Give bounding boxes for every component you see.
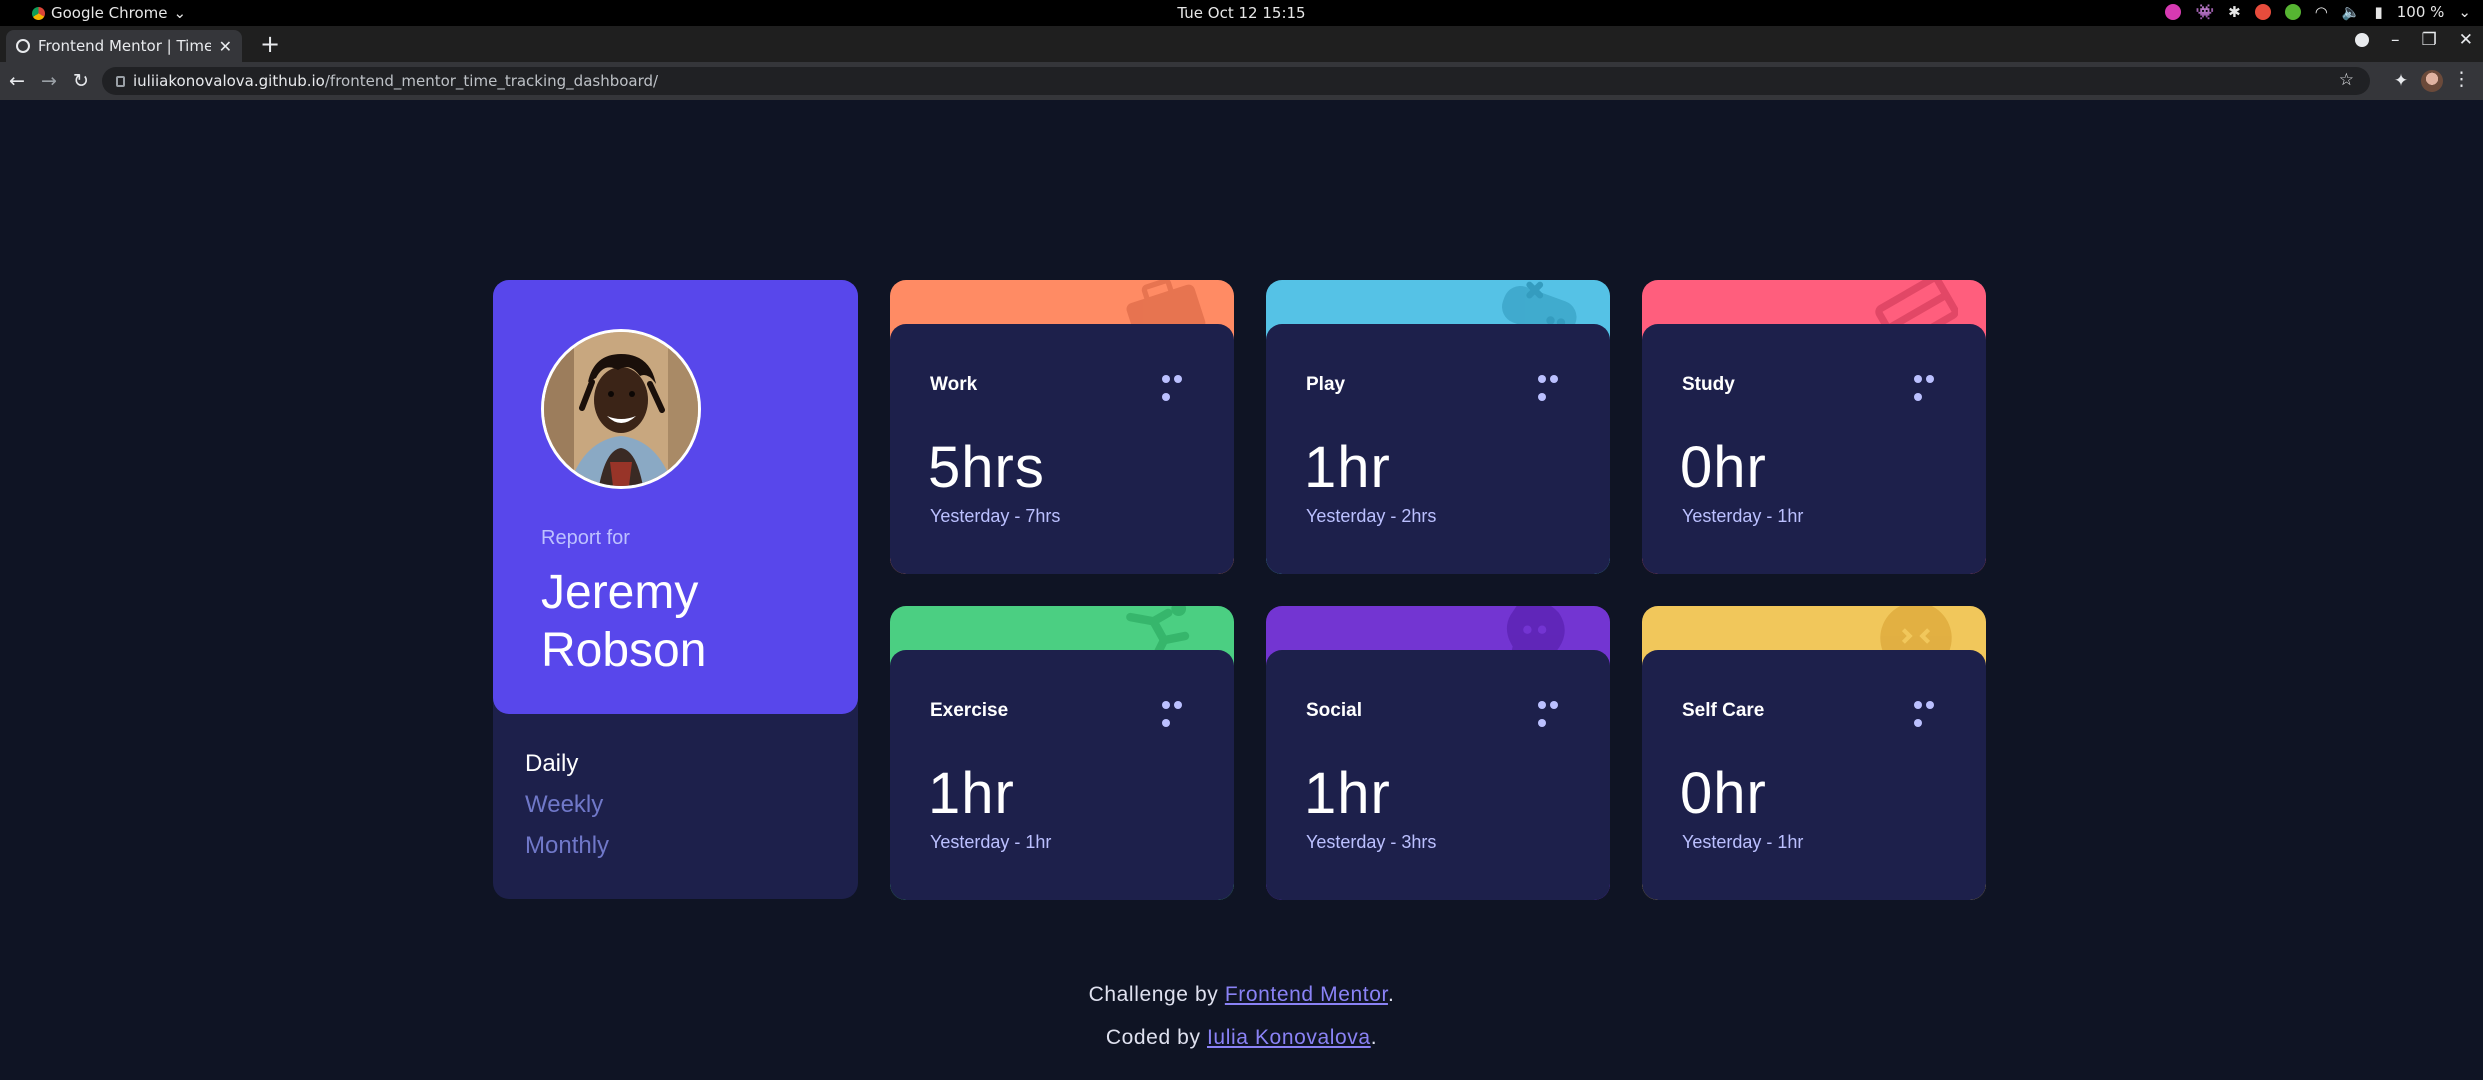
card-panel[interactable]: Study 0hr Yesterday - 1hr — [1642, 324, 1986, 574]
globe-icon — [16, 39, 30, 53]
ellipsis-icon[interactable] — [1914, 370, 1948, 401]
current-hours: 1hr — [1304, 761, 1391, 826]
footer-coded: Coded by Iulia Konovalova. — [0, 1026, 2483, 1050]
current-hours: 1hr — [928, 761, 1015, 826]
previous-hours: Yesterday - 7hrs — [930, 506, 1061, 526]
card-study: Study 0hr Yesterday - 1hr — [1642, 280, 1986, 574]
footer-challenge: Challenge by Frontend Mentor. — [0, 983, 2483, 1007]
avatar-photo — [544, 332, 698, 486]
battery-icon[interactable]: ▮ — [2375, 3, 2383, 21]
tab-strip: Frontend Mentor | Time tracking dashboar… — [0, 26, 2483, 62]
footer-coded-text: Coded by — [1105, 1026, 1201, 1049]
card-social: Social 1hr Yesterday - 3hrs — [1266, 606, 1610, 900]
ellipsis-icon[interactable] — [1538, 370, 1572, 401]
frontend-mentor-link[interactable]: Frontend Mentor — [1225, 983, 1388, 1006]
author-link[interactable]: Iulia Konovalova — [1207, 1026, 1371, 1049]
profile-header: Report for Jeremy Robson — [493, 280, 858, 714]
card-panel[interactable]: Exercise 1hr Yesterday - 1hr — [890, 650, 1234, 900]
card-panel[interactable]: Play 1hr Yesterday - 2hrs — [1266, 324, 1610, 574]
current-hours: 0hr — [1680, 761, 1767, 826]
card-panel[interactable]: Social 1hr Yesterday - 3hrs — [1266, 650, 1610, 900]
bookmark-star-icon[interactable]: ☆ — [2339, 70, 2354, 90]
tab-weekly[interactable]: Weekly — [525, 791, 609, 819]
tomato-timer-icon[interactable] — [2254, 4, 2271, 20]
volume-icon[interactable]: 🔈 — [2342, 3, 2361, 21]
card-panel[interactable]: Work 5hrs Yesterday - 7hrs — [890, 324, 1234, 574]
current-hours: 5hrs — [928, 435, 1045, 500]
tab-title: Frontend Mentor | Time tracking dashboar… — [38, 37, 211, 55]
chevron-down-icon[interactable]: ⌄ — [2458, 3, 2471, 21]
ellipsis-icon[interactable] — [1162, 696, 1196, 727]
current-hours: 1hr — [1304, 435, 1391, 500]
os-top-bar: Google Chrome ⌄ Tue Oct 12 15:15 👾 ✱ ◠ 🔈… — [0, 0, 2483, 26]
person-name: Jeremy Robson — [541, 566, 707, 677]
avatar — [541, 329, 701, 489]
back-icon[interactable]: ← — [4, 68, 30, 94]
card-title: Play — [1306, 374, 1346, 395]
profile-avatar[interactable] — [2421, 70, 2443, 92]
extensions-puzzle-icon[interactable]: ✦ — [2389, 69, 2413, 93]
report-for-label: Report for — [541, 527, 630, 549]
card-work: Work 5hrs Yesterday - 7hrs — [890, 280, 1234, 574]
previous-hours: Yesterday - 1hr — [930, 832, 1052, 852]
profile-card: Report for Jeremy Robson Daily Weekly Mo… — [493, 280, 858, 899]
forward-icon[interactable]: → — [36, 68, 62, 94]
minimize-icon[interactable]: – — [2391, 30, 2400, 50]
card-exercise: Exercise 1hr Yesterday - 1hr — [890, 606, 1234, 900]
url-path: /frontend_mentor_time_tracking_dashboard… — [324, 72, 659, 90]
footer-challenge-text: Challenge by — [1088, 983, 1219, 1006]
tab-search-icon[interactable] — [2355, 33, 2369, 47]
address-bar[interactable]: iuliiakonovalova.github.io/frontend_ment… — [102, 67, 2370, 95]
card-title: Work — [930, 374, 978, 395]
tab-daily[interactable]: Daily — [525, 750, 609, 778]
battery-level[interactable]: 100 % — [2397, 3, 2445, 21]
current-hours: 0hr — [1680, 435, 1767, 500]
slack-icon[interactable]: ✱ — [2228, 3, 2241, 21]
clock[interactable]: Tue Oct 12 15:15 — [0, 4, 2483, 22]
footer-period: . — [1387, 983, 1395, 1006]
screen-recorder-icon[interactable] — [2165, 4, 2182, 20]
reload-icon[interactable]: ↻ — [68, 68, 94, 94]
card-title: Exercise — [930, 700, 1009, 721]
previous-hours: Yesterday - 1hr — [1682, 506, 1804, 526]
card-panel[interactable]: Self Care 0hr Yesterday - 1hr — [1642, 650, 1986, 900]
ellipsis-icon[interactable] — [1914, 696, 1948, 727]
window-controls: – ❐ ✕ — [2355, 30, 2473, 50]
lock-icon[interactable] — [116, 75, 125, 87]
ellipsis-icon[interactable] — [1162, 370, 1196, 401]
card-title: Social — [1306, 700, 1362, 721]
restore-icon[interactable]: ❐ — [2422, 30, 2437, 50]
card-title: Self Care — [1682, 700, 1765, 721]
close-icon[interactable]: ✕ — [219, 37, 232, 56]
previous-hours: Yesterday - 3hrs — [1306, 832, 1437, 852]
browser-toolbar: ← → ↻ iuliiakonovalova.github.io/fronten… — [0, 62, 2483, 100]
url-host: iuliiakonovalova.github.io — [133, 72, 325, 90]
ellipsis-icon[interactable] — [1538, 696, 1572, 727]
browser-tab[interactable]: Frontend Mentor | Time tracking dashboar… — [6, 30, 242, 62]
tab-monthly[interactable]: Monthly — [525, 832, 609, 860]
wifi-icon[interactable]: ◠ — [2315, 3, 2328, 21]
kebab-menu-icon[interactable]: ⋮ — [2452, 68, 2471, 90]
footer-period: . — [1370, 1026, 1378, 1049]
previous-hours: Yesterday - 2hrs — [1306, 506, 1437, 526]
close-window-icon[interactable]: ✕ — [2459, 30, 2473, 50]
new-tab-button[interactable]: + — [256, 30, 284, 58]
card-play: Play 1hr Yesterday - 2hrs — [1266, 280, 1610, 574]
page-viewport: Report for Jeremy Robson Daily Weekly Mo… — [0, 100, 2483, 1080]
alien-icon[interactable]: 👾 — [2195, 3, 2214, 21]
card-self-care: Self Care 0hr Yesterday - 1hr — [1642, 606, 1986, 900]
previous-hours: Yesterday - 1hr — [1682, 832, 1804, 852]
card-title: Study — [1682, 374, 1735, 395]
check-icon[interactable] — [2284, 4, 2301, 20]
period-tabs: Daily Weekly Monthly — [525, 750, 609, 873]
system-tray: 👾 ✱ ◠ 🔈 ▮ 100 % ⌄ — [2165, 3, 2471, 21]
